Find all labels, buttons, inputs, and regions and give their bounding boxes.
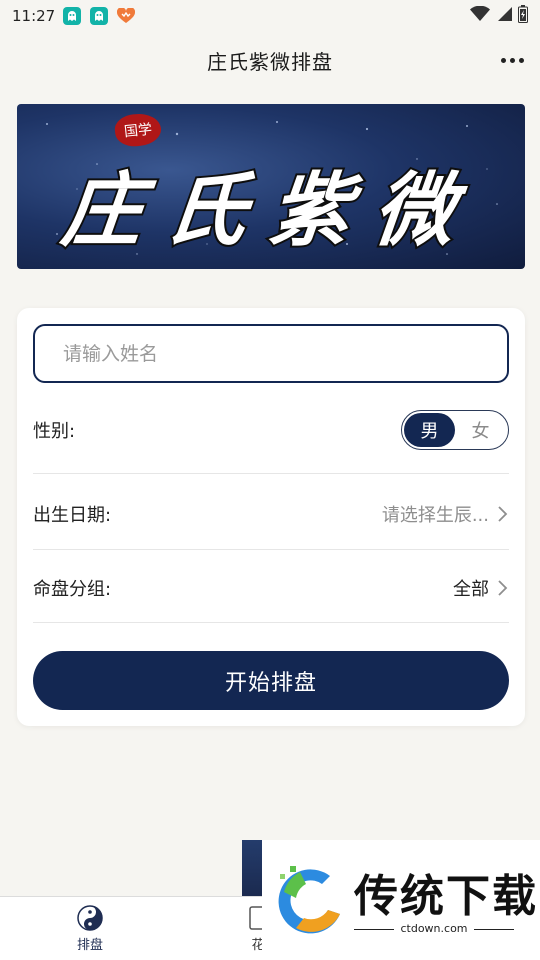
- watermark-url: ctdown.com: [354, 922, 514, 935]
- tab-chart[interactable]: 排盘: [50, 905, 130, 953]
- chart-group-value: 全部: [453, 579, 489, 600]
- birth-date-row[interactable]: 出生日期: 请选择生辰...: [33, 496, 509, 532]
- watermark-thumbnail: [242, 840, 262, 896]
- watermark: 传统下载 ctdown.com: [262, 840, 540, 960]
- chart-group-value-wrap: 全部: [453, 575, 509, 601]
- app-ghost-icon: [63, 7, 82, 25]
- divider: [33, 549, 509, 550]
- chevron-right-icon: [498, 506, 508, 522]
- birth-date-value-wrap: 请选择生辰...: [382, 501, 509, 527]
- banner-image: 国学 庄氏紫微: [17, 104, 525, 269]
- chevron-right-icon: [498, 580, 508, 596]
- chart-group-label: 命盘分组:: [33, 579, 112, 600]
- gender-option-female[interactable]: 女: [455, 413, 506, 447]
- more-dots-icon[interactable]: [498, 46, 526, 74]
- status-time: 11:27: [12, 7, 56, 25]
- chart-form-card: 性别: 男 女 出生日期: 请选择生辰... 命盘分组: 全部 开始排盘: [17, 308, 525, 726]
- signal-icon: [496, 6, 512, 26]
- page-title: 庄氏紫微排盘: [207, 49, 333, 74]
- tab-label: 排盘: [76, 938, 103, 953]
- gender-row: 性别: 男 女: [33, 410, 509, 450]
- start-chart-button[interactable]: 开始排盘: [33, 651, 509, 710]
- birth-date-value: 请选择生辰...: [381, 505, 489, 526]
- gender-label: 性别:: [33, 421, 76, 442]
- yin-yang-icon: [77, 905, 103, 931]
- gender-option-male[interactable]: 男: [404, 413, 455, 447]
- gender-toggle[interactable]: 男 女: [401, 410, 509, 450]
- download-logo-icon: [278, 866, 340, 934]
- nav-bar: 庄氏紫微排盘: [0, 32, 540, 88]
- status-bar: 11:27: [0, 0, 540, 32]
- app-ghost-icon: [90, 7, 109, 25]
- divider: [33, 473, 509, 474]
- battery-icon: [518, 5, 528, 27]
- birth-date-label: 出生日期:: [33, 505, 112, 526]
- name-input[interactable]: [33, 324, 509, 383]
- wifi-icon: [470, 5, 490, 26]
- watermark-brand: 传统下载: [354, 871, 538, 922]
- heart-app-icon: [117, 7, 136, 25]
- chart-group-row[interactable]: 命盘分组: 全部: [33, 570, 509, 606]
- banner-title: 庄氏紫微: [55, 161, 485, 259]
- divider: [33, 622, 509, 623]
